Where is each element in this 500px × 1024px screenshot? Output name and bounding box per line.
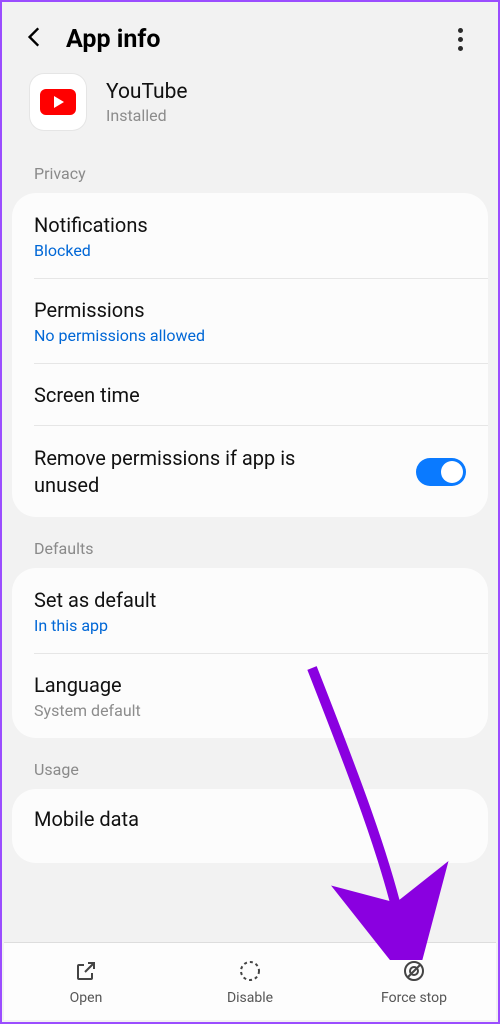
section-privacy-label: Privacy — [2, 160, 498, 193]
disable-label: Disable — [227, 990, 273, 1006]
row-notifications[interactable]: Notifications Blocked — [12, 193, 488, 278]
row-subtitle: No permissions allowed — [34, 326, 466, 345]
disable-button[interactable]: Disable — [168, 943, 332, 1020]
open-icon — [74, 958, 98, 984]
app-identity: YouTube Installed — [2, 68, 498, 160]
row-title: Remove permissions if app is unused — [34, 445, 334, 499]
section-defaults-label: Defaults — [2, 535, 498, 568]
youtube-icon — [30, 74, 86, 130]
force-stop-icon — [402, 958, 426, 984]
force-stop-label: Force stop — [381, 990, 447, 1006]
app-name: YouTube — [106, 80, 188, 104]
section-usage-label: Usage — [2, 756, 498, 789]
open-button[interactable]: Open — [4, 943, 168, 1020]
row-remove-permissions[interactable]: Remove permissions if app is unused — [12, 425, 488, 517]
row-title: Set as default — [34, 588, 466, 612]
back-icon[interactable] — [22, 24, 48, 54]
row-subtitle: In this app — [34, 616, 466, 635]
row-title: Permissions — [34, 298, 466, 322]
more-options-icon[interactable] — [448, 24, 478, 54]
row-set-default[interactable]: Set as default In this app — [12, 568, 488, 653]
row-subtitle: Blocked — [34, 241, 466, 260]
app-install-status: Installed — [106, 106, 188, 125]
privacy-card: Notifications Blocked Permissions No per… — [12, 193, 488, 517]
row-mobile-data[interactable]: Mobile data — [12, 789, 488, 863]
row-title: Language — [34, 673, 466, 697]
open-label: Open — [70, 990, 103, 1006]
row-subtitle: System default — [34, 701, 466, 720]
usage-card: Mobile data — [12, 789, 488, 863]
defaults-card: Set as default In this app Language Syst… — [12, 568, 488, 738]
row-title: Mobile data — [34, 807, 466, 831]
disable-icon — [238, 958, 262, 984]
bottom-action-bar: Open Disable Force stop — [4, 942, 496, 1020]
page-title: App info — [66, 25, 448, 54]
row-permissions[interactable]: Permissions No permissions allowed — [12, 278, 488, 363]
row-title: Screen time — [34, 383, 466, 407]
row-title: Notifications — [34, 213, 466, 237]
row-screen-time[interactable]: Screen time — [12, 363, 488, 425]
row-language[interactable]: Language System default — [12, 653, 488, 738]
force-stop-button[interactable]: Force stop — [332, 943, 496, 1020]
remove-permissions-toggle[interactable] — [416, 458, 466, 486]
